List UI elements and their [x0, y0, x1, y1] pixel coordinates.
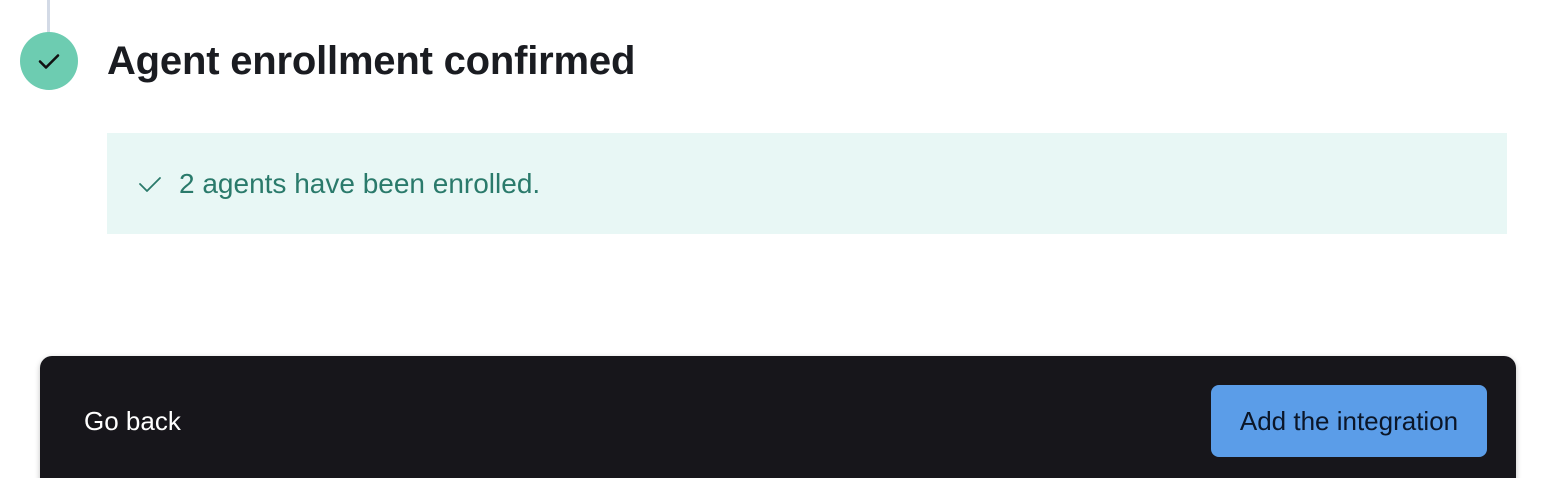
step-title: Agent enrollment confirmed: [107, 39, 636, 83]
enrollment-step-panel: Agent enrollment confirmed 2 agents have…: [0, 0, 1546, 478]
check-icon: [137, 171, 163, 197]
bottom-action-bar: Go back Add the integration: [40, 356, 1516, 478]
callout-message: 2 agents have been enrolled.: [179, 167, 541, 199]
success-callout: 2 agents have been enrolled.: [107, 133, 1507, 234]
add-integration-button[interactable]: Add the integration: [1211, 385, 1487, 457]
check-icon: [38, 54, 60, 69]
step-status-indicator: [20, 32, 78, 90]
step-connector-line: [47, 0, 50, 34]
go-back-button[interactable]: Go back: [80, 401, 185, 441]
